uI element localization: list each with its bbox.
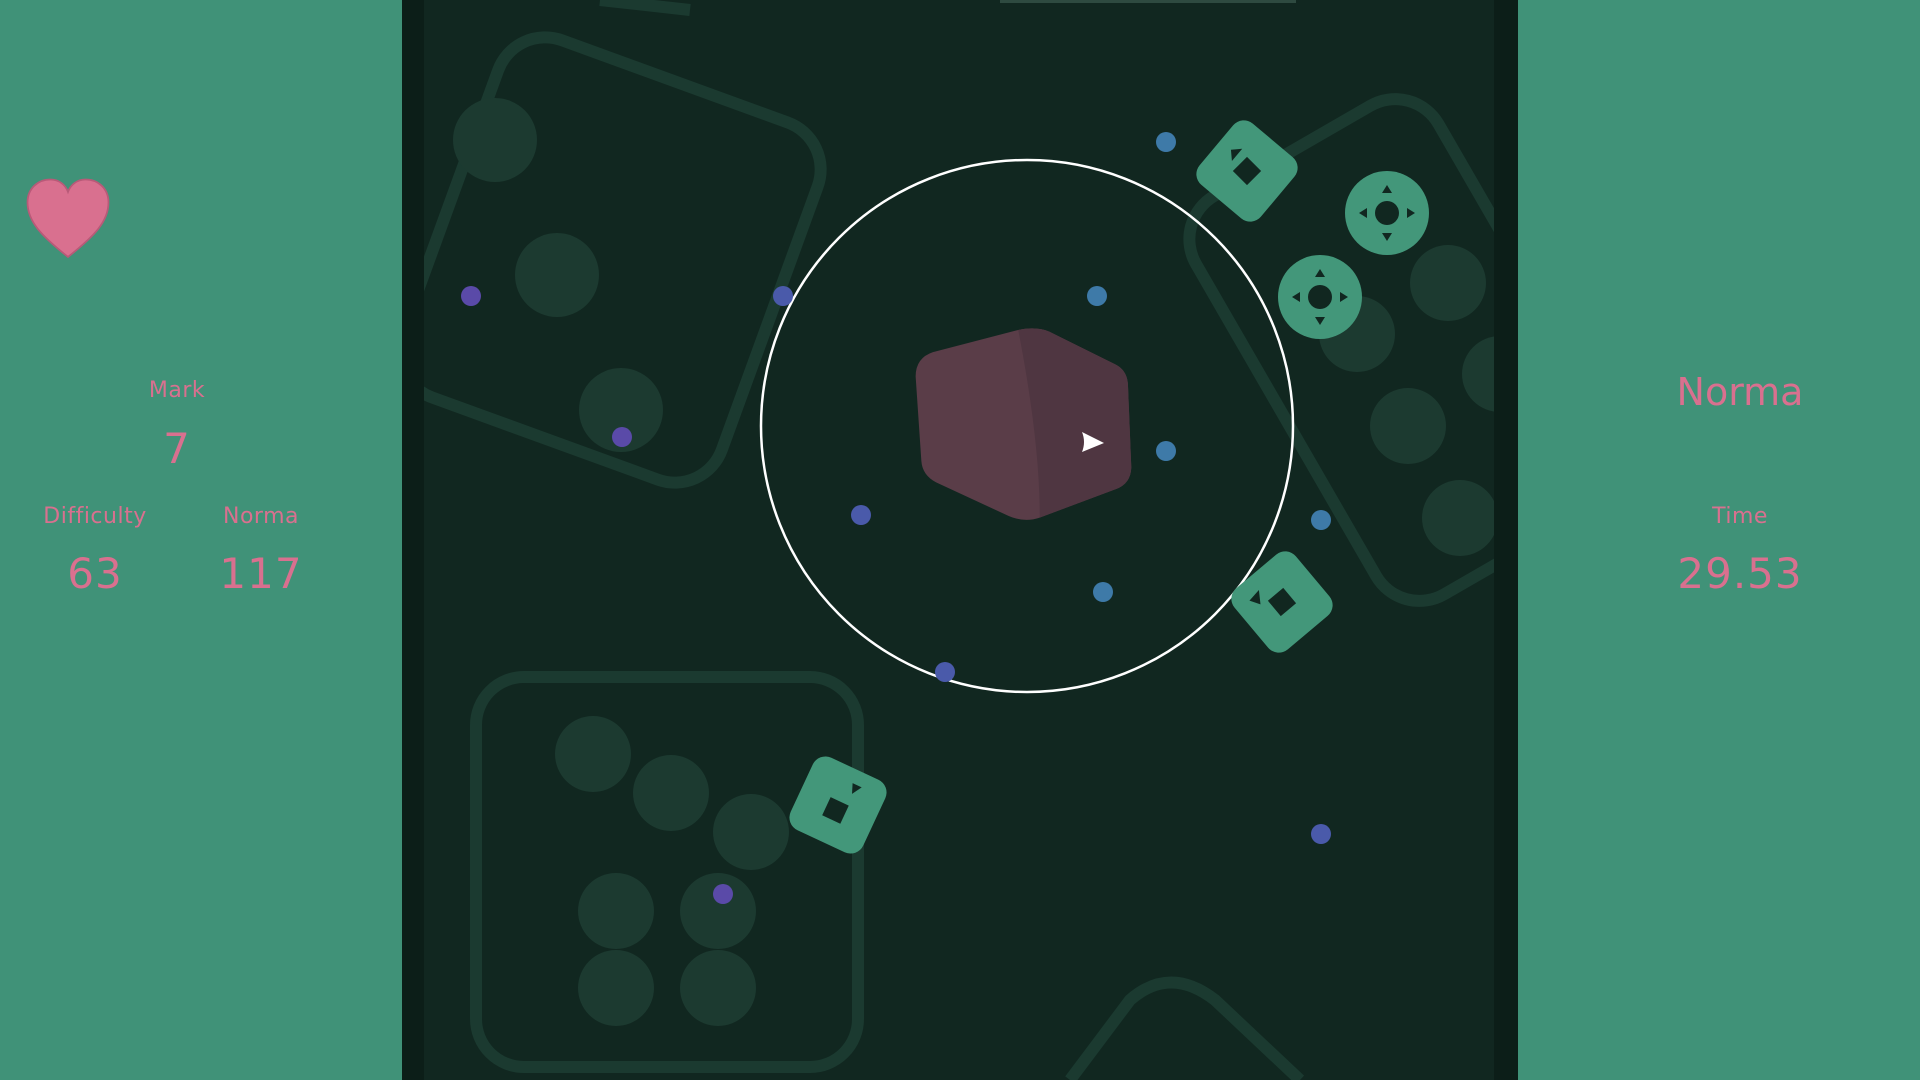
dpad-icon xyxy=(1345,171,1429,255)
background-dice-decor xyxy=(424,0,1494,1080)
enemy-dot xyxy=(1093,582,1113,602)
enemy-dot xyxy=(773,286,793,306)
die-icon xyxy=(1231,551,1333,653)
game-scene xyxy=(424,0,1494,1080)
enemy-dot xyxy=(713,884,733,904)
enemy-dot xyxy=(1156,132,1176,152)
enemy-dot xyxy=(1156,441,1176,461)
enemy-dot xyxy=(1311,510,1331,530)
enemy-dot xyxy=(935,662,955,682)
background-die-bottom-left xyxy=(470,671,864,1073)
enemy-dot xyxy=(851,505,871,525)
enemy-dot xyxy=(612,427,632,447)
enemy-dot xyxy=(1087,286,1107,306)
die-icon xyxy=(789,756,887,854)
dpad-icon xyxy=(1278,255,1362,339)
die-icon xyxy=(1196,120,1298,222)
enemy-dot xyxy=(1311,824,1331,844)
player-cube-icon xyxy=(915,328,1132,520)
enemy-dot xyxy=(461,286,481,306)
